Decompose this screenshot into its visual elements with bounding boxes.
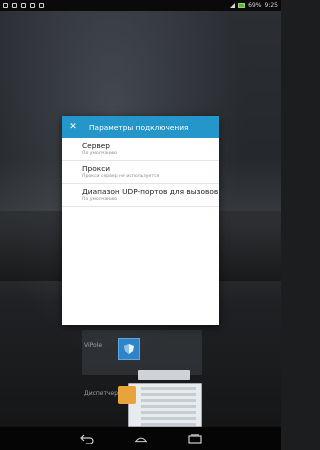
setting-title: Прокси	[82, 164, 111, 173]
recent-app-label: Диспетчер	[84, 390, 119, 397]
vipole-app-icon[interactable]	[118, 338, 140, 360]
notification-icon	[21, 3, 26, 8]
dialog-title: Параметры подключения	[89, 122, 189, 132]
setting-subtitle: По умолчанию	[82, 197, 118, 202]
battery-percent: 69%	[248, 2, 262, 9]
recent-app-card[interactable]	[128, 383, 202, 427]
recent-app-label: ViPole	[84, 342, 103, 349]
clock: 9:25	[264, 2, 278, 9]
file-manager-icon[interactable]	[118, 386, 136, 404]
battery-icon	[238, 3, 246, 8]
close-icon[interactable]: ✕	[68, 122, 78, 132]
setting-item-proxy[interactable]: Прокси Прокси сервер не используется	[62, 161, 219, 184]
notification-icon	[3, 3, 8, 8]
notification-icon	[30, 3, 35, 8]
setting-title: Диапазон UDP-портов для вызовов	[82, 187, 219, 196]
notification-icon	[39, 3, 44, 8]
home-icon[interactable]	[134, 433, 148, 445]
setting-subtitle: По умолчанию	[82, 151, 118, 156]
navigation-bar	[0, 427, 281, 450]
setting-subtitle: Прокси сервер не используется	[82, 174, 160, 179]
setting-item-udp-ports[interactable]: Диапазон UDP-портов для вызовов По умолч…	[62, 184, 219, 207]
connection-settings-dialog: ✕ Параметры подключения Сервер По умолча…	[62, 116, 219, 325]
dialog-header: ✕ Параметры подключения	[62, 116, 219, 138]
setting-title: Сервер	[82, 141, 110, 150]
notification-icons	[3, 3, 44, 8]
recent-app-card-header	[138, 370, 190, 380]
setting-item-server[interactable]: Сервер По умолчанию	[62, 138, 219, 161]
status-bar: 69% 9:25	[0, 0, 281, 11]
notification-icon	[12, 3, 17, 8]
shield-icon	[124, 344, 134, 354]
recents-icon[interactable]	[187, 433, 202, 445]
signal-icon	[230, 3, 236, 8]
recent-app-card[interactable]	[82, 330, 202, 375]
back-icon[interactable]	[79, 433, 94, 445]
